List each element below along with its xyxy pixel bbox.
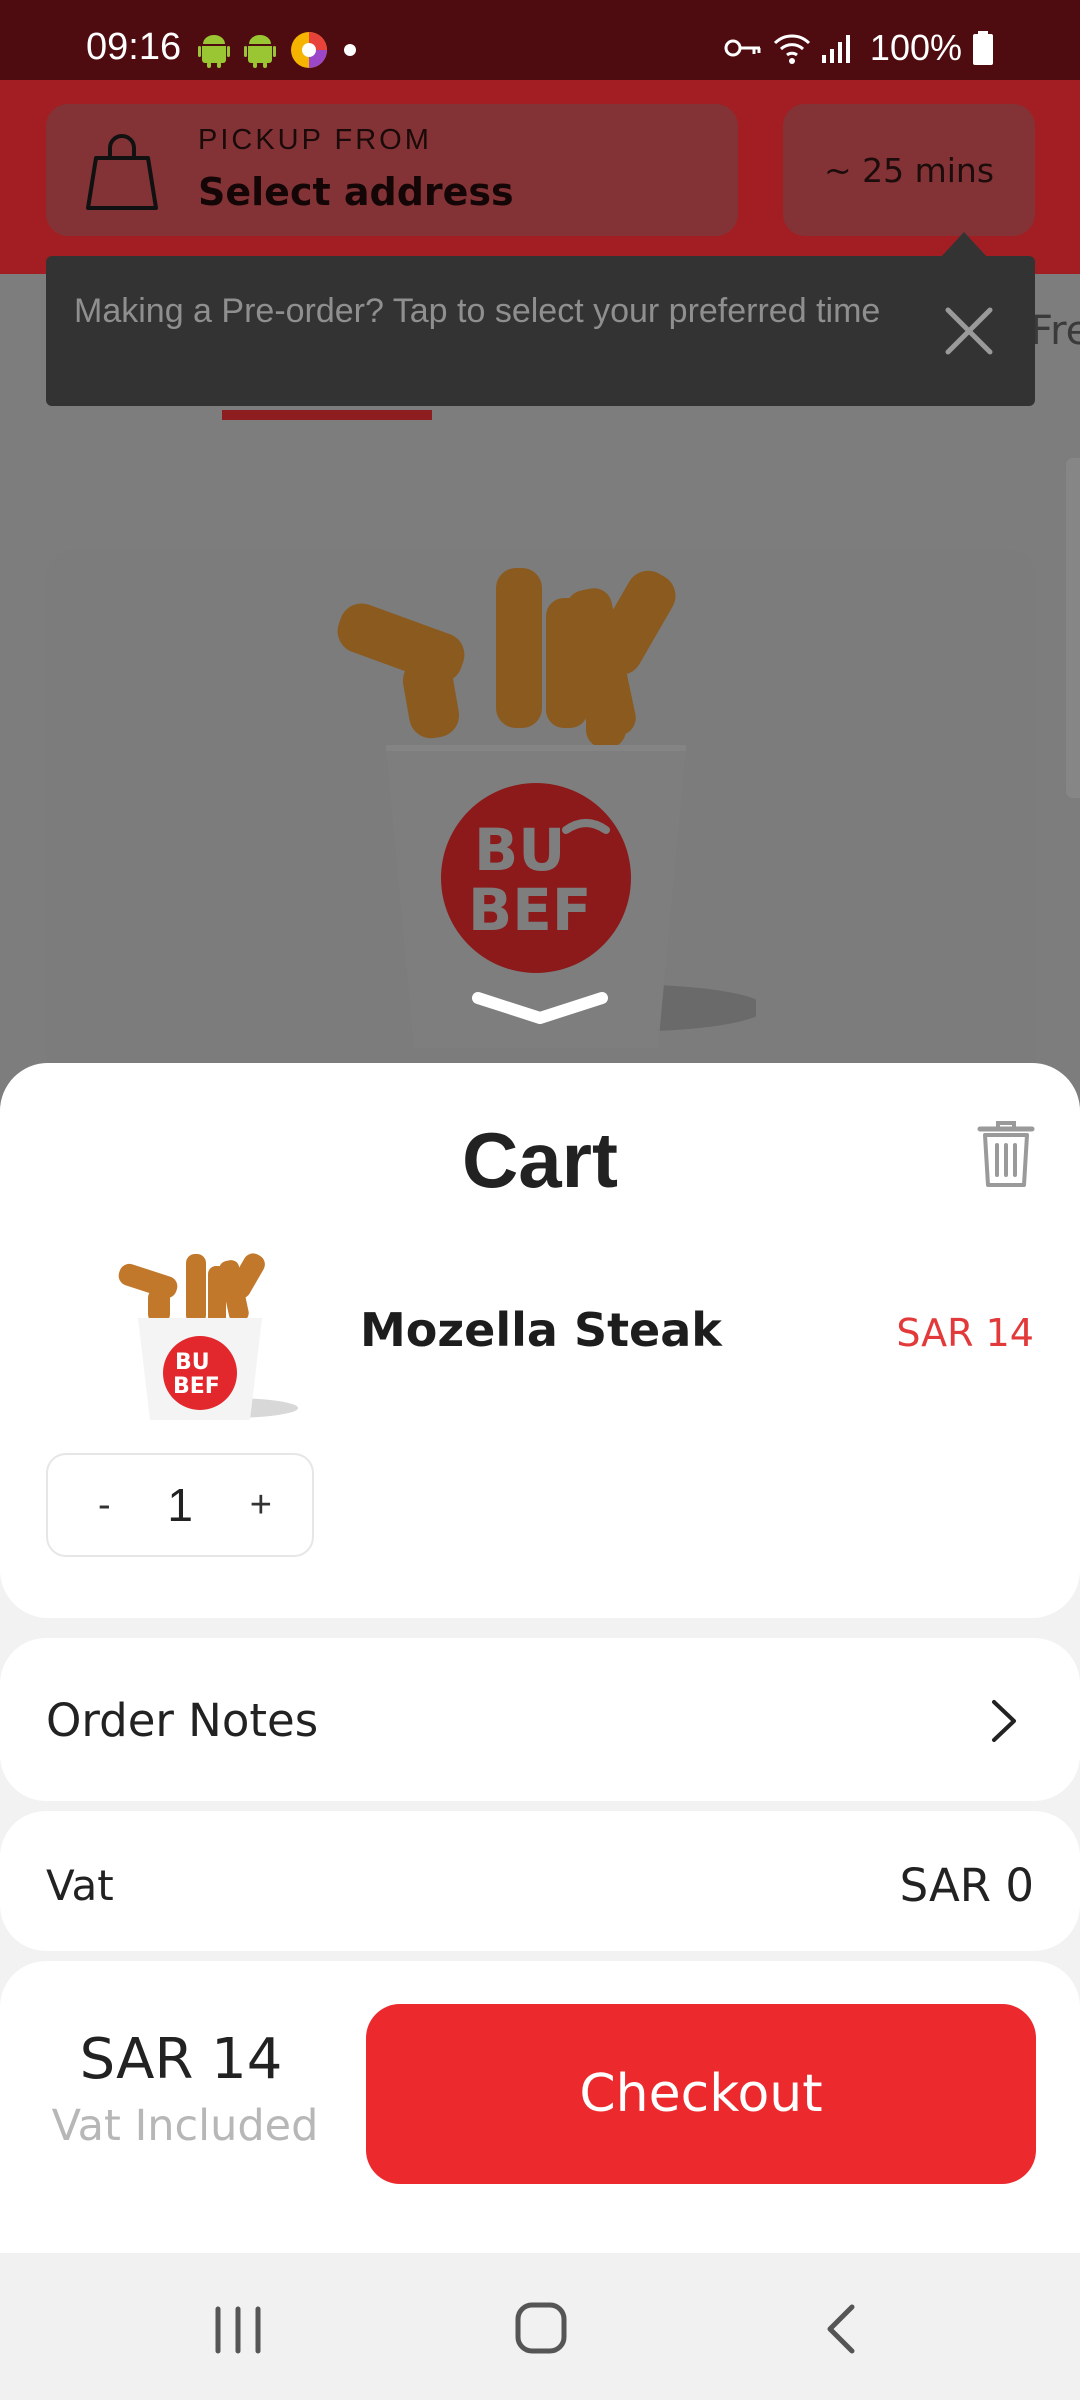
cart-items-card: Cart BU BEF Mozella Steak SAR 14 - 1 +: [0, 1063, 1080, 1618]
notification-icons: [198, 30, 358, 70]
system-icons: 100%: [724, 26, 994, 70]
product-image: BU BEF: [337, 568, 756, 1048]
android-icon: [198, 35, 230, 68]
svg-text:BU: BU: [175, 1350, 210, 1375]
decrement-button[interactable]: -: [98, 1484, 111, 1527]
scrollbar: [1066, 458, 1080, 798]
dot-icon: [344, 44, 356, 56]
order-notes-row[interactable]: Order Notes: [0, 1638, 1080, 1801]
item-thumbnail: BU BEF: [118, 1253, 298, 1420]
eta-label: ~ 25 mins: [823, 150, 995, 190]
android-icon: [244, 35, 276, 68]
shopping-bag-icon: [86, 134, 158, 210]
pickup-address: Select address: [198, 170, 514, 214]
quantity-stepper: - 1 +: [46, 1453, 314, 1557]
cart-sheet: Cart BU BEF Mozella Steak SAR 14 - 1 + O…: [0, 1063, 1080, 2253]
total-amount: SAR 14: [79, 2027, 283, 2092]
svg-text:BEF: BEF: [468, 876, 591, 944]
tooltip-arrow: [940, 232, 988, 258]
category-tab-peek[interactable]: Fre: [1030, 308, 1080, 354]
pickup-time-selector[interactable]: ~ 25 mins: [783, 104, 1035, 236]
item-price: SAR 14: [896, 1311, 1034, 1355]
home-icon[interactable]: [506, 2297, 576, 2361]
preorder-tooltip[interactable]: Making a Pre-order? Tap to select your p…: [46, 256, 1035, 406]
sheet-handle-chevron-icon[interactable]: [470, 990, 610, 1026]
svg-text:BU: BU: [474, 816, 565, 884]
recent-apps-icon[interactable]: [203, 2297, 273, 2361]
vat-value: SAR 0: [899, 1859, 1034, 1912]
svg-text:BEF: BEF: [173, 1374, 220, 1399]
cart-title: Cart: [461, 1116, 619, 1204]
active-tab-indicator: [222, 410, 432, 420]
order-notes-label: Order Notes: [46, 1694, 319, 1747]
vat-row: Vat SAR 0: [0, 1811, 1080, 1951]
key-icon: [724, 39, 761, 57]
navigation-bar: [0, 2253, 1080, 2400]
app-icon: [291, 32, 327, 68]
vat-included-note: Vat Included: [51, 2101, 319, 2151]
checkout-button[interactable]: Checkout: [366, 2004, 1036, 2184]
status-time: 09:16: [86, 26, 182, 68]
pickup-label: PICKUP FROM: [198, 124, 432, 156]
battery-icon: [973, 31, 993, 65]
wifi-icon: [773, 34, 810, 64]
item-name: Mozella Steak: [360, 1303, 722, 1357]
close-icon[interactable]: [932, 294, 1006, 368]
trash-icon[interactable]: [976, 1119, 1036, 1189]
battery-percentage: 100%: [869, 27, 962, 68]
increment-button[interactable]: +: [250, 1484, 272, 1527]
quantity-value: 1: [167, 1479, 194, 1531]
back-icon[interactable]: [808, 2297, 878, 2361]
status-bar: 09:16 100%: [0, 0, 1080, 80]
vat-label: Vat: [46, 1861, 114, 1910]
tooltip-text: Making a Pre-order? Tap to select your p…: [74, 292, 881, 330]
checkout-bar: SAR 14 Vat Included Checkout: [0, 1961, 1080, 2253]
chevron-right-icon: [992, 1700, 1016, 1742]
pickup-address-selector[interactable]: PICKUP FROM Select address: [46, 104, 738, 236]
signal-icon: [821, 35, 850, 63]
